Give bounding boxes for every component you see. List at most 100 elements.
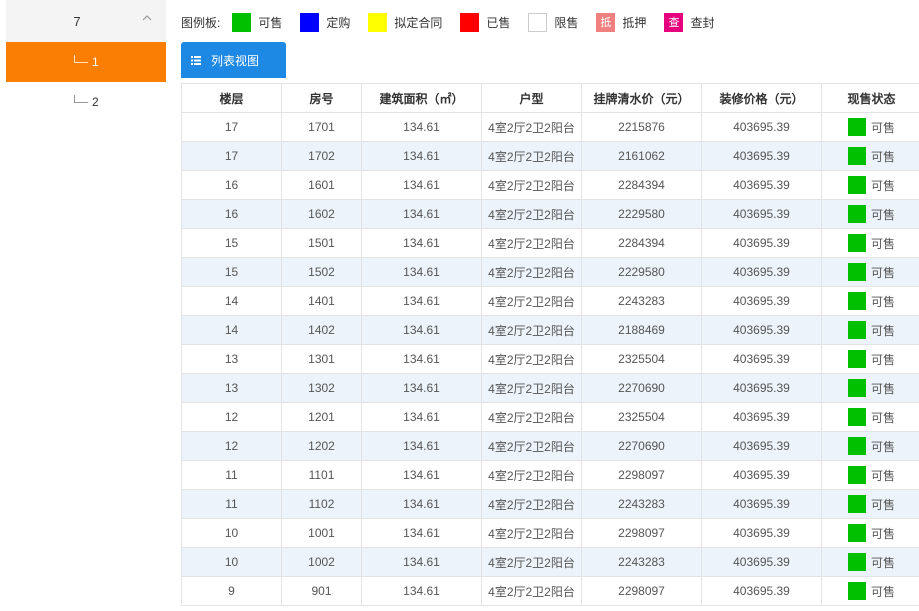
- status-color-box: [847, 524, 866, 542]
- status-badge: 可售: [823, 176, 919, 194]
- cell-room-number: 1002: [281, 547, 362, 577]
- table-row[interactable]: 13 1302 134.61 4室2厅2卫2阳台 2270690 403695.39 可售: [181, 373, 919, 403]
- legend-label: 限售: [554, 15, 579, 30]
- chevron-up-icon[interactable]: [142, 13, 152, 23]
- cell-floor-area: 134.61: [361, 228, 482, 258]
- header-floor-area: 建筑面积（㎡）: [361, 83, 482, 113]
- table-row[interactable]: 12 1201 134.61 4室2厅2卫2阳台 2325504 403695.39 可售: [181, 402, 919, 432]
- legend-swatch: [528, 12, 548, 32]
- cell-layout: 4室2厅2卫2阳台: [481, 112, 582, 142]
- cell-layout: 4室2厅2卫2阳台: [481, 547, 582, 577]
- status-badge: 可售: [823, 205, 919, 223]
- status-color-box: [847, 437, 866, 455]
- header-decoration-price: 装修价格（元）: [701, 83, 822, 113]
- status-color-box: [847, 147, 866, 165]
- status-badge: 可售: [823, 379, 919, 397]
- cell-decoration-price: 403695.39: [701, 518, 822, 548]
- cell-listed-price: 2215876: [581, 112, 702, 142]
- tree-item-unit-2[interactable]: 2: [6, 82, 166, 122]
- cell-floor: 16: [181, 199, 282, 229]
- units-table: 楼层 房号 建筑面积（㎡） 户型 挂牌清水价（元） 装修价格（元） 现售状态 1…: [181, 83, 919, 606]
- table-row[interactable]: 11 1101 134.61 4室2厅2卫2阳台 2298097 403695.39 可售: [181, 460, 919, 490]
- status-label: 可售: [870, 207, 895, 222]
- header-sale-status: 现售状态: [821, 83, 919, 113]
- status-color-box: [847, 495, 866, 513]
- cell-sale-status: 可售: [821, 460, 919, 490]
- cell-room-number: 1001: [281, 518, 362, 548]
- cell-decoration-price: 403695.39: [701, 547, 822, 577]
- cell-floor-area: 134.61: [361, 112, 482, 142]
- tree-connector-icon: [74, 55, 88, 63]
- status-badge: 可售: [823, 495, 919, 513]
- table-row[interactable]: 15 1502 134.61 4室2厅2卫2阳台 2229580 403695.39 可售: [181, 257, 919, 287]
- cell-decoration-price: 403695.39: [701, 286, 822, 316]
- cell-listed-price: 2284394: [581, 170, 702, 200]
- cell-sale-status: 可售: [821, 402, 919, 432]
- table-row[interactable]: 16 1601 134.61 4室2厅2卫2阳台 2284394 403695.39 可售: [181, 170, 919, 200]
- table-row[interactable]: 10 1002 134.61 4室2厅2卫2阳台 2243283 403695.39 可售: [181, 547, 919, 577]
- table-row[interactable]: 13 1301 134.61 4室2厅2卫2阳台 2325504 403695.39 可售: [181, 344, 919, 374]
- status-color-box: [847, 292, 866, 310]
- cell-floor-area: 134.61: [361, 518, 482, 548]
- table-row[interactable]: 17 1702 134.61 4室2厅2卫2阳台 2161062 403695.39 可售: [181, 141, 919, 171]
- cell-layout: 4室2厅2卫2阳台: [481, 460, 582, 490]
- tree-item-label: 2: [92, 95, 99, 109]
- status-color-box: [847, 205, 866, 223]
- legend-swatch: [300, 12, 320, 32]
- cell-room-number: 1701: [281, 112, 362, 142]
- cell-layout: 4室2厅2卫2阳台: [481, 518, 582, 548]
- cell-sale-status: 可售: [821, 228, 919, 258]
- legend-swatch: 抵: [596, 12, 616, 32]
- cell-room-number: 1102: [281, 489, 362, 519]
- table-row[interactable]: 9 901 134.61 4室2厅2卫2阳台 2298097 403695.39 可售: [181, 576, 919, 606]
- cell-decoration-price: 403695.39: [701, 199, 822, 229]
- cell-sale-status: 可售: [821, 547, 919, 577]
- cell-decoration-price: 403695.39: [701, 228, 822, 258]
- cell-sale-status: 可售: [821, 286, 919, 316]
- status-badge: 可售: [823, 350, 919, 368]
- cell-decoration-price: 403695.39: [701, 315, 822, 345]
- table-row[interactable]: 10 1001 134.61 4室2厅2卫2阳台 2298097 403695.39 可售: [181, 518, 919, 548]
- status-badge: 可售: [823, 524, 919, 542]
- legend-item-reserved: 定购: [300, 12, 350, 32]
- list-view-button[interactable]: 列表视图: [181, 42, 286, 78]
- cell-room-number: 1202: [281, 431, 362, 461]
- table-row[interactable]: 17 1701 134.61 4室2厅2卫2阳台 2215876 403695.39 可售: [181, 112, 919, 142]
- cell-layout: 4室2厅2卫2阳台: [481, 315, 582, 345]
- cell-decoration-price: 403695.39: [701, 402, 822, 432]
- status-badge: 可售: [823, 582, 919, 600]
- table-row[interactable]: 11 1102 134.61 4室2厅2卫2阳台 2243283 403695.39 可售: [181, 489, 919, 519]
- cell-layout: 4室2厅2卫2阳台: [481, 344, 582, 374]
- cell-layout: 4室2厅2卫2阳台: [481, 402, 582, 432]
- cell-floor: 15: [181, 228, 282, 258]
- legend-swatch: [232, 12, 252, 32]
- table-row[interactable]: 16 1602 134.61 4室2厅2卫2阳台 2229580 403695.39 可售: [181, 199, 919, 229]
- table-row[interactable]: 12 1202 134.61 4室2厅2卫2阳台 2270690 403695.39 可售: [181, 431, 919, 461]
- table-row[interactable]: 14 1401 134.61 4室2厅2卫2阳台 2243283 403695.39 可售: [181, 286, 919, 316]
- legend-swatch: [460, 12, 480, 32]
- cell-decoration-price: 403695.39: [701, 489, 822, 519]
- cell-floor: 12: [181, 402, 282, 432]
- cell-floor: 9: [181, 576, 282, 606]
- table-row[interactable]: 14 1402 134.61 4室2厅2卫2阳台 2188469 403695.39 可售: [181, 315, 919, 345]
- cell-layout: 4室2厅2卫2阳台: [481, 373, 582, 403]
- cell-floor: 14: [181, 315, 282, 345]
- cell-layout: 4室2厅2卫2阳台: [481, 286, 582, 316]
- cell-room-number: 1201: [281, 402, 362, 432]
- cell-decoration-price: 403695.39: [701, 344, 822, 374]
- status-label: 可售: [870, 381, 895, 396]
- cell-listed-price: 2298097: [581, 460, 702, 490]
- cell-sale-status: 可售: [821, 431, 919, 461]
- cell-sale-status: 可售: [821, 576, 919, 606]
- cell-room-number: 901: [281, 576, 362, 606]
- status-label: 可售: [870, 526, 895, 541]
- status-badge: 可售: [823, 553, 919, 571]
- cell-floor: 11: [181, 489, 282, 519]
- tree-group-header[interactable]: 7: [6, 0, 166, 42]
- cell-floor-area: 134.61: [361, 257, 482, 287]
- cell-floor: 15: [181, 257, 282, 287]
- tree-item-unit-1[interactable]: 1: [6, 42, 166, 82]
- cell-listed-price: 2229580: [581, 199, 702, 229]
- status-color-box: [847, 321, 866, 339]
- table-row[interactable]: 15 1501 134.61 4室2厅2卫2阳台 2284394 403695.39 可售: [181, 228, 919, 258]
